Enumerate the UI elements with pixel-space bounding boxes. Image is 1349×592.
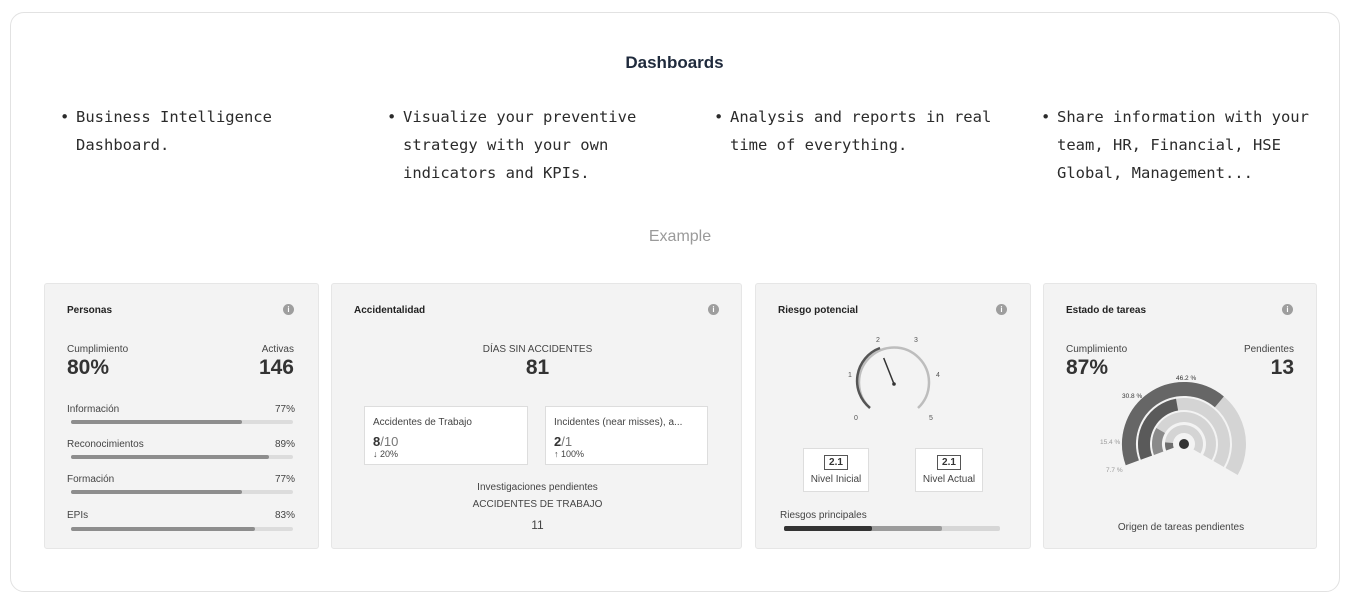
radial-ring-bg <box>1152 412 1216 460</box>
activas-value: 146 <box>258 356 294 379</box>
radial-data-label: 15.4 % <box>1100 439 1120 446</box>
dias-sin-accidentes-label: DÍAS SIN ACCIDENTES <box>482 344 593 355</box>
riesgo-potencial-card: Riesgo potencial i 0 1 2 3 4 5 2.1 Nivel… <box>755 283 1031 549</box>
investigaciones-value: 11 <box>531 518 544 532</box>
row-label: Formación <box>67 474 115 485</box>
info-icon[interactable]: i <box>708 304 719 315</box>
gauge-center <box>892 382 896 386</box>
bullet-dot: • <box>60 108 70 126</box>
pendientes-value: 13 <box>1270 356 1294 379</box>
riesgos-bar-segment <box>784 526 872 531</box>
row-label: EPIs <box>67 510 89 521</box>
nivel-inicial-value: 2.1 <box>824 455 848 470</box>
gauge-tick-label: 2 <box>876 337 880 344</box>
bullet-line: time of everything. <box>730 136 908 154</box>
box-value-total: /1 <box>561 434 573 449</box>
box-title: Accidentes de Trabajo <box>373 417 472 428</box>
progress-bar <box>71 527 293 531</box>
investigaciones-label: Investigaciones pendientes <box>477 482 598 493</box>
feature-bullet-4: • Share information with your team, HR, … <box>1041 103 1309 187</box>
gauge-tick-label: 4 <box>936 372 940 379</box>
estado-tareas-card: Estado de tareas i Cumplimiento 87% Pend… <box>1043 283 1317 549</box>
radial-data-label: 7.7 % <box>1106 467 1123 474</box>
card-title: Riesgo potencial <box>778 305 859 316</box>
info-icon[interactable]: i <box>1282 304 1293 315</box>
gauge-needle <box>882 357 895 385</box>
origen-label: Origen de tareas pendientes <box>1117 522 1245 533</box>
riesgos-principales-label: Riesgos principales <box>780 510 867 521</box>
progress-bar <box>71 490 293 494</box>
row-value: 83% <box>274 510 295 521</box>
info-icon[interactable]: i <box>283 304 294 315</box>
progress-bar-fill <box>71 527 256 531</box>
bullet-dot: • <box>1041 108 1051 126</box>
personas-card: Personas i Cumplimiento 80% Activas 146 … <box>44 283 319 549</box>
accidentes-trabajo-box[interactable]: Accidentes de Trabajo 8/10 ↓ 20% <box>364 406 528 465</box>
card-title: Personas <box>67 305 113 316</box>
progress-bar <box>71 420 293 424</box>
card-title: Estado de tareas <box>1066 305 1147 316</box>
incidentes-box[interactable]: Incidentes (near misses), a... 2/1 ↑ 100… <box>545 406 708 465</box>
box-title: Incidentes (near misses), a... <box>554 417 683 428</box>
nivel-inicial-label: Nivel Inicial <box>810 474 862 485</box>
radial-bar <box>1165 442 1174 451</box>
cumplimiento-value: 80% <box>67 356 110 379</box>
card-title: Accidentalidad <box>354 305 426 316</box>
box-delta: ↓ 20% <box>373 449 399 459</box>
row-label: Información <box>67 404 120 415</box>
bullet-line: Business Intelligence <box>76 108 272 126</box>
accidentalidad-card: Accidentalidad i DÍAS SIN ACCIDENTES 81 … <box>331 283 742 549</box>
bullet-line: Analysis and reports in real <box>730 108 992 126</box>
gauge-tick-label: 5 <box>929 415 933 422</box>
activas-label: Activas <box>261 344 294 355</box>
row-value: 89% <box>274 439 295 450</box>
bullet-line: Share information with your <box>1057 108 1309 126</box>
feature-bullet-3: • Analysis and reports in real time of e… <box>714 103 991 159</box>
nivel-inicial-box: 2.1 Nivel Inicial <box>803 448 869 492</box>
risk-gauge: 0 1 2 3 4 5 <box>848 337 940 422</box>
box-delta: ↑ 100% <box>554 449 585 459</box>
bullet-dot: • <box>387 108 397 126</box>
gauge-tick-label: 3 <box>914 337 918 344</box>
row-value: 77% <box>274 474 295 485</box>
bullet-line: Dashboard. <box>76 136 170 154</box>
gauge-arc-bg <box>857 346 931 409</box>
bullet-line: indicators and KPIs. <box>403 164 590 182</box>
radial-bar <box>1152 428 1166 455</box>
gauge-tick-label: 1 <box>848 372 852 379</box>
box-value-total: /10 <box>380 434 399 449</box>
feature-bullet-2: • Visualize your preventive strategy wit… <box>387 103 636 187</box>
dias-sin-accidentes-value: 81 <box>525 356 550 379</box>
progress-bar-fill <box>71 455 269 459</box>
info-icon[interactable]: i <box>996 304 1007 315</box>
radial-data-label: 46.2 % <box>1176 375 1196 382</box>
row-label: Reconocimientos <box>67 439 144 450</box>
bullet-line: Visualize your preventive <box>403 108 637 126</box>
row-value: 77% <box>274 404 295 415</box>
radial-data-label: 30.8 % <box>1122 393 1142 400</box>
cumplimiento-label: Cumplimiento <box>1066 344 1128 355</box>
nivel-actual-box: 2.1 Nivel Actual <box>915 448 983 492</box>
page-title: Dashboards <box>625 53 724 72</box>
progress-bar <box>71 455 293 459</box>
box-value: 8/10 <box>373 434 398 449</box>
box-value: 2/1 <box>554 434 572 449</box>
pendientes-label: Pendientes <box>1243 344 1294 355</box>
investigaciones-sub: ACCIDENTES DE TRABAJO <box>472 499 603 510</box>
progress-bar-fill <box>71 420 242 424</box>
radial-bar-chart: 46.2 % 30.8 % 15.4 % 7.7 % <box>1100 375 1246 475</box>
radial-center <box>1179 439 1189 449</box>
riesgos-bar <box>784 526 1000 531</box>
nivel-actual-label: Nivel Actual <box>922 474 976 485</box>
bullet-line: team, HR, Financial, HSE <box>1057 136 1281 154</box>
cumplimiento-label: Cumplimiento <box>67 344 129 355</box>
nivel-actual-value: 2.1 <box>937 455 961 470</box>
bullet-dot: • <box>714 108 724 126</box>
progress-bar-fill <box>71 490 242 494</box>
feature-bullet-1: • Business Intelligence Dashboard. <box>60 103 272 159</box>
bullet-line: Global, Management... <box>1057 164 1253 182</box>
example-label: Example <box>648 228 712 245</box>
bullet-line: strategy with your own <box>403 136 609 154</box>
gauge-tick-label: 0 <box>854 415 858 422</box>
